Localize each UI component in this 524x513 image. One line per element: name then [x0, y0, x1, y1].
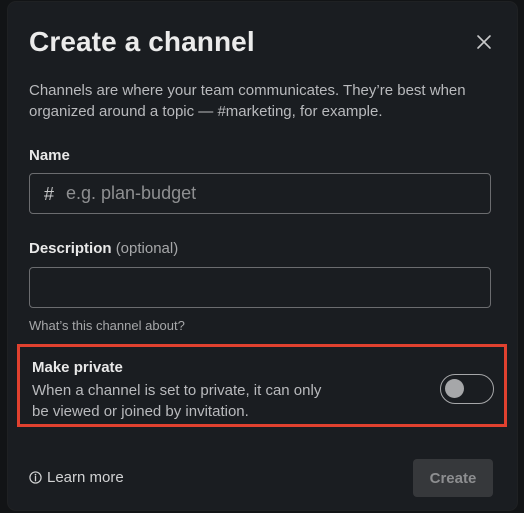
create-channel-modal: Create a channel Channels are where your… — [8, 2, 517, 510]
make-private-toggle[interactable] — [440, 374, 494, 404]
description-label-text: Description — [29, 240, 112, 257]
optional-tag: (optional) — [115, 240, 179, 257]
info-icon — [29, 471, 42, 484]
close-button[interactable] — [470, 28, 498, 56]
make-private-section: Make private When a channel is set to pr… — [17, 344, 507, 427]
name-input[interactable] — [66, 174, 476, 213]
learn-more-label: Learn more — [47, 469, 124, 486]
description-input[interactable] — [42, 268, 482, 307]
make-private-description: When a channel is set to private, it can… — [32, 382, 322, 420]
description-hint: What’s this channel about? — [29, 318, 185, 333]
modal-title: Create a channel — [29, 26, 255, 57]
make-private-title: Make private — [32, 359, 123, 376]
hash-prefix: # — [44, 184, 55, 204]
name-label: Name — [29, 147, 70, 164]
description-input-wrapper[interactable] — [29, 267, 491, 308]
create-button[interactable]: Create — [413, 459, 493, 497]
description-label: Description (optional) — [29, 240, 178, 257]
name-input-wrapper[interactable]: # — [29, 173, 491, 214]
close-icon — [477, 35, 491, 49]
learn-more-link[interactable]: Learn more — [29, 469, 124, 486]
toggle-knob — [445, 379, 464, 398]
modal-description: Channels are where your team communicate… — [29, 82, 466, 120]
